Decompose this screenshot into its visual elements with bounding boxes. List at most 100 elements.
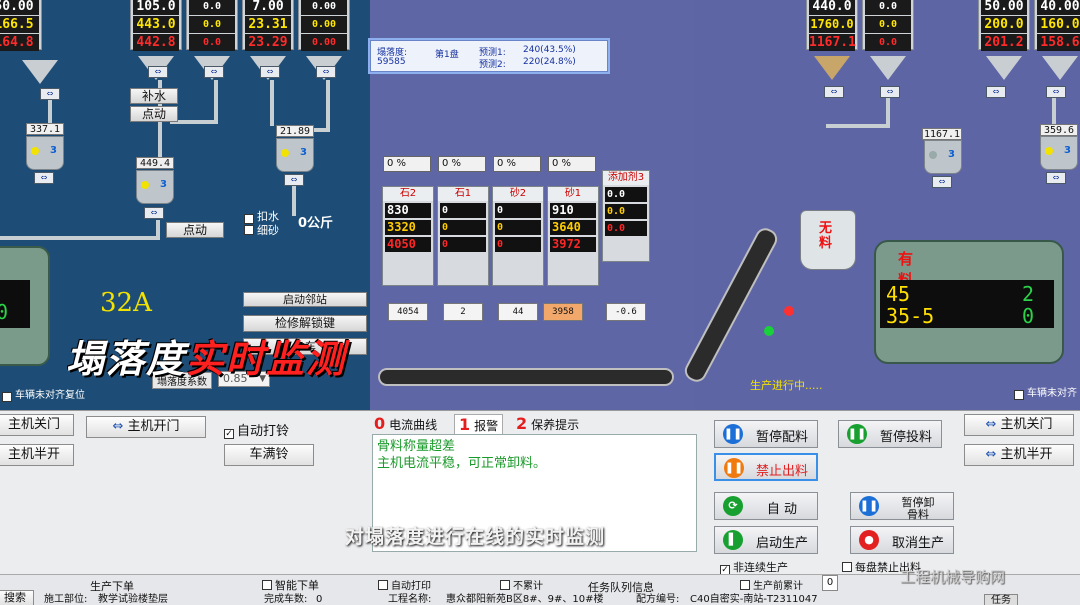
silo-target: 0.0 (865, 0, 911, 15)
prediction-info-box: 塌落度: 59585 第1盘 预测1: 240(43.5%) 预测2: 220(… (370, 40, 608, 72)
valve-icon[interactable]: ⇔ (1046, 172, 1066, 184)
silo-target: 50.00 (981, 0, 1027, 15)
agg-set: 3640 (550, 220, 596, 235)
mixer-value-a: 45 (886, 282, 911, 306)
tab-current-curve[interactable]: 0 电流曲线 (374, 414, 437, 434)
checkbox-label: 智能下单 (275, 579, 319, 592)
car-full-ring-button[interactable]: 车满铃 (224, 444, 314, 466)
silo-set: 200.0 (981, 16, 1027, 33)
auto-ring-checkbox[interactable]: ✓ 自动打铃 (224, 420, 289, 439)
weigh-scale-1: 3 (26, 136, 64, 170)
valve-icon[interactable]: ⇔ (148, 66, 168, 78)
cancel-production-button[interactable]: ● 取消生产 (850, 526, 954, 554)
water-button[interactable]: 补水 (130, 88, 178, 104)
agg-pct-4[interactable]: 0 % (548, 156, 596, 172)
task-button[interactable]: 任务 (984, 594, 1018, 605)
pause-unload-button[interactable]: ❚❚ 暂停卸 骨料 (850, 492, 954, 521)
agg-bin-1: 石2 830 3320 4050 (382, 186, 434, 286)
valve-icon[interactable]: ⇔ (986, 86, 1006, 98)
accumulate-input[interactable]: 0 (822, 575, 838, 591)
watermark: 工程机械导购网 (900, 568, 1006, 586)
host-open-button[interactable]: ⇔ 主机开门 (86, 416, 206, 438)
pause-batch-button[interactable]: ❚❚ 暂停配料 (714, 420, 818, 448)
host-half-button[interactable]: 主机半开 (0, 444, 74, 466)
button-label: 车满铃 (249, 447, 289, 462)
start-station-button[interactable]: 启动邻站 (243, 292, 367, 307)
silo-set: 0.0 (189, 16, 235, 33)
hopper-weight-4: 3958 (543, 303, 583, 321)
agg-bin-name: 石1 (438, 187, 488, 201)
host-close-button-right[interactable]: ⇔ 主机关门 (964, 414, 1074, 436)
silo-set: 1760.0 (809, 16, 855, 33)
pred2-value: 220(24.8%) (523, 57, 576, 67)
before-prod-accumulate-checkbox[interactable]: 生产前累计 (740, 577, 803, 592)
no-accumulate-checkbox[interactable]: 不累计 (500, 577, 543, 592)
valve-icon[interactable]: ⇔ (316, 66, 336, 78)
pause-icon: ❚❚ (724, 458, 744, 478)
agg-pct-1[interactable]: 0 % (383, 156, 431, 172)
silo-actual: 23.29 (245, 34, 291, 51)
button-label: 启动生产 (755, 536, 808, 551)
auto-print-checkbox[interactable]: 自动打印 (378, 577, 431, 592)
host-half-button-right[interactable]: ⇔ 主机半开 (964, 444, 1074, 466)
refresh-icon: ⟳ (723, 496, 743, 516)
button-label: 暂停投料 (879, 430, 932, 445)
tab-number: 2 (516, 414, 528, 433)
jog-button-1[interactable]: 点动 (130, 106, 178, 122)
stop-discharge-button[interactable]: ❚❚ 禁止出料 (714, 453, 818, 481)
car-leave-checkbox-left[interactable]: ✓ 车辆未对齐复位 (2, 386, 85, 402)
car-leave-checkbox-right[interactable]: ✓ 车辆未对齐 (1014, 384, 1077, 400)
valve-icon[interactable]: ⇔ (144, 207, 164, 219)
auto-mode-button[interactable]: ⟳ 自 动 (714, 492, 818, 520)
tab-alarm[interactable]: 1 报警 (454, 414, 504, 434)
tab-number: 1 (459, 415, 471, 434)
start-production-button[interactable]: ▌ 启动生产 (714, 526, 818, 554)
fine-sand-checkbox[interactable]: 细砂 (244, 222, 279, 238)
pred1-value: 240(43.5%) (523, 45, 576, 55)
silo-display-1: 50.00 166.5 164.8 (0, 0, 42, 51)
valve-icon[interactable]: ⇔ (824, 86, 844, 98)
stop-icon: ● (859, 530, 879, 550)
production-status: 生产进行中..... (750, 379, 823, 392)
jog-button-2[interactable]: 点动 (166, 222, 224, 238)
agg-bin-name: 砂1 (548, 187, 598, 201)
pause-feed-button[interactable]: ❚❚ 暂停投料 (838, 420, 942, 448)
valve-icon[interactable]: ⇔ (40, 88, 60, 100)
batch-label: 第1盘 (435, 50, 459, 60)
checkbox-label: 车辆未对齐 (1027, 388, 1077, 399)
valve-icon[interactable]: ⇔ (1046, 86, 1066, 98)
scada-display: 50.00 166.5 164.8 105.0 443.0 442.8 0.0 … (0, 0, 1080, 410)
non-continuous-checkbox[interactable]: ✓ 非连续生产 (720, 559, 788, 575)
silo-actual: 201.2 (981, 34, 1027, 51)
valve-icon[interactable]: ⇔ (204, 66, 224, 78)
scale-number: 3 (300, 147, 307, 158)
pipe (826, 124, 890, 128)
silo-set: 160.0 (1037, 16, 1080, 33)
status-dot (281, 149, 289, 157)
button-label: 主机半开 (7, 447, 60, 462)
site-value: 教学试验楼垫层 (98, 594, 168, 605)
valve-icon[interactable]: ⇔ (932, 176, 952, 188)
checkbox-box (842, 562, 852, 572)
checkbox-label: 生产前累计 (753, 581, 803, 592)
valve-icon[interactable]: ⇔ (284, 174, 304, 186)
valve-icon[interactable]: ⇔ (880, 86, 900, 98)
checkbox-box: ✓ (1014, 390, 1024, 400)
hopper-weight-1: 4054 (388, 303, 428, 321)
no-material-label: 无料 (819, 221, 833, 251)
checkbox-box: ✓ (2, 392, 12, 402)
smart-order-checkbox[interactable]: 智能下单 (262, 577, 319, 593)
valve-icon[interactable]: ⇔ (34, 172, 54, 184)
silo-set: 166.5 (0, 16, 39, 33)
silo-target: 0.0 (189, 0, 235, 15)
silo-set: 23.31 (245, 16, 291, 33)
agg-pct-3[interactable]: 0 % (493, 156, 541, 172)
right-weigh-scale-1: 3 (924, 140, 962, 174)
host-close-button[interactable]: 主机关门 (0, 414, 74, 436)
valve-icon[interactable]: ⇔ (260, 66, 280, 78)
weigh-scale-2: 3 (136, 170, 174, 204)
agg-pct-2[interactable]: 0 % (438, 156, 486, 172)
checkbox-label: 不累计 (513, 581, 543, 592)
tab-maintenance[interactable]: 2 保养提示 (516, 414, 579, 434)
agg-bin-3: 砂2 0 0 0 (492, 186, 544, 286)
